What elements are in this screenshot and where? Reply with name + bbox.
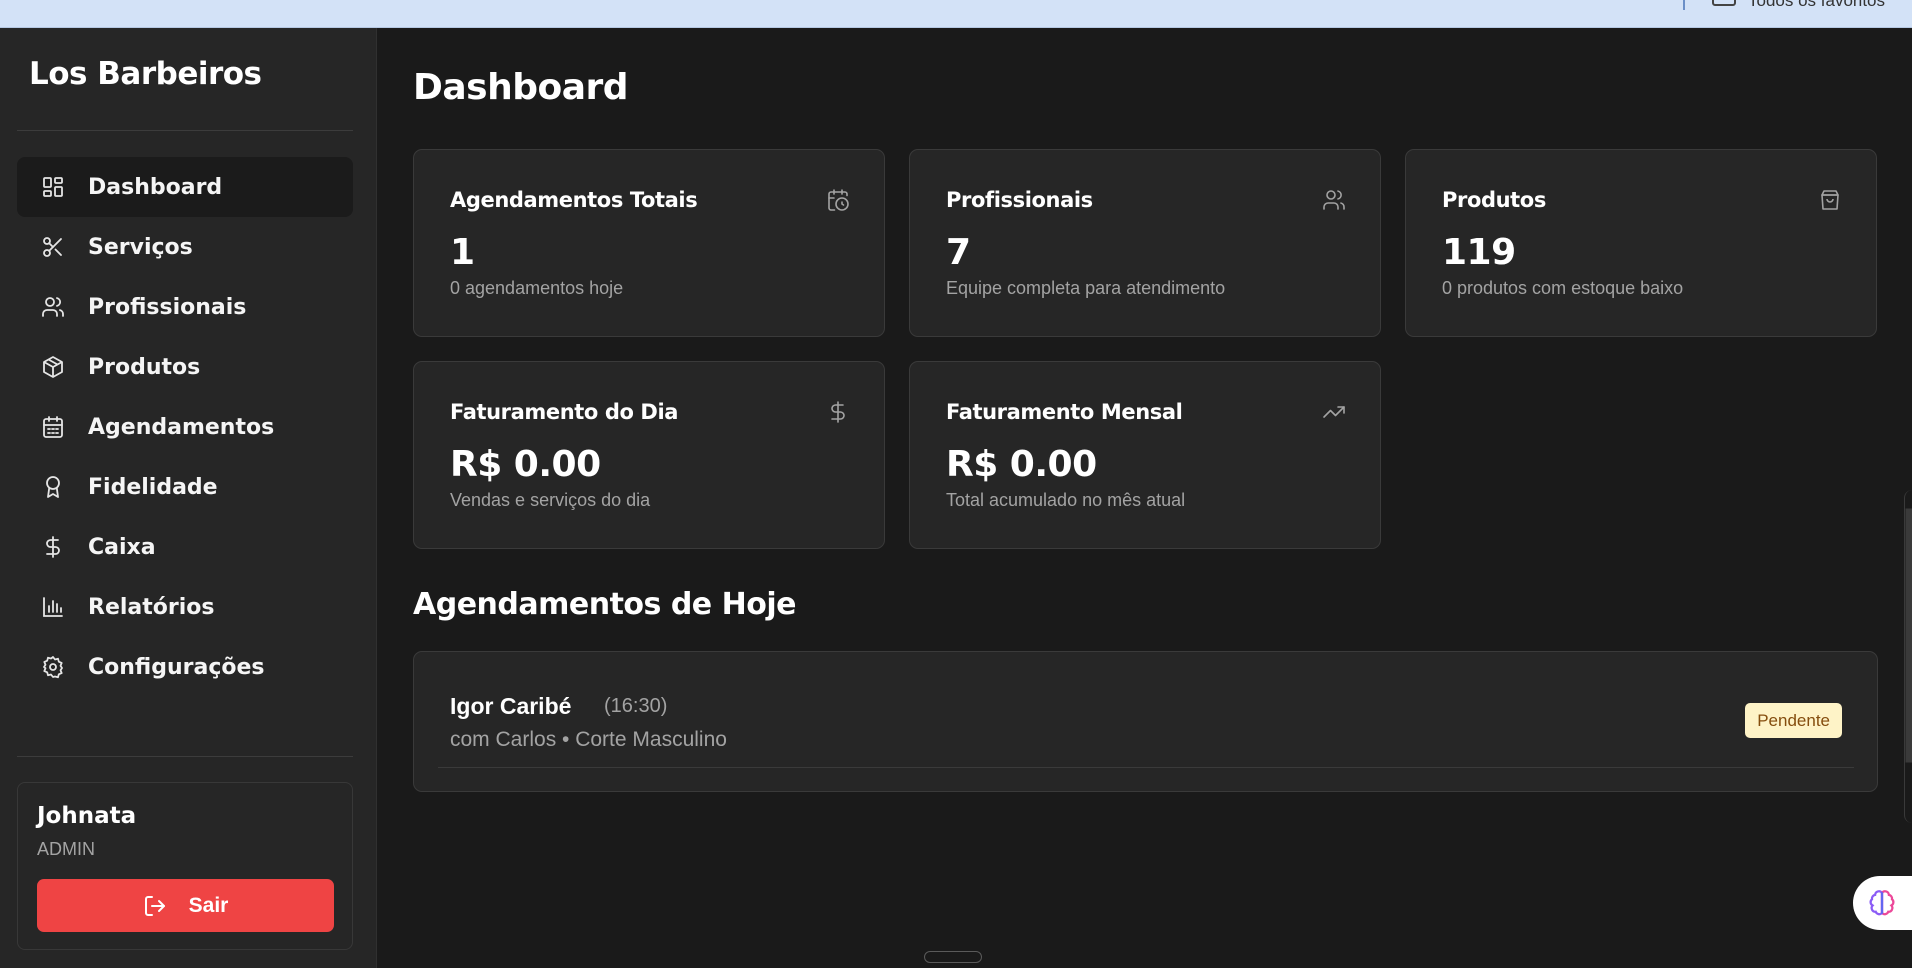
settings-icon bbox=[43, 656, 63, 679]
sidebar-item-label: Fidelidade bbox=[88, 474, 218, 500]
card-description: Vendas e serviços do dia bbox=[450, 490, 651, 510]
sidebar-item-label: Dashboard bbox=[88, 174, 223, 200]
sidebar-nav: Dashboard Serviços Profissionais Produto… bbox=[17, 157, 353, 697]
stat-card-agendamentos: Agendamentos Totais 1 0 agendamentos hoj… bbox=[413, 149, 885, 337]
card-description: Equipe completa para atendimento bbox=[946, 278, 1226, 298]
card-description: 0 produtos com estoque baixo bbox=[1442, 278, 1684, 298]
side-panel-edge bbox=[1904, 490, 1912, 823]
calendar-clock-icon bbox=[828, 189, 849, 211]
browser-favorites-bar: Todos os favoritos bbox=[0, 0, 1912, 28]
dollar-icon bbox=[46, 536, 60, 558]
appointment-detail: com Carlos • Corte Masculino bbox=[450, 728, 727, 751]
appointment-client: Igor Caribé bbox=[450, 693, 572, 719]
card-value: 7 bbox=[946, 232, 971, 273]
sidebar-item-label: Serviços bbox=[88, 234, 193, 260]
sidebar-item-label: Produtos bbox=[88, 354, 201, 380]
card-title: Faturamento do Dia bbox=[450, 400, 679, 424]
shopping-bag-icon bbox=[1821, 190, 1839, 210]
stat-card-faturamento-mensal: Faturamento Mensal R$ 0.00 Total acumula… bbox=[909, 361, 1381, 549]
card-title: Profissionais bbox=[946, 188, 1093, 212]
card-description: 0 agendamentos hoje bbox=[450, 278, 624, 298]
sidebar-item-caixa[interactable]: Caixa bbox=[17, 517, 353, 577]
calendar-icon bbox=[43, 416, 63, 438]
favorites-separator bbox=[1683, 0, 1685, 10]
stat-card-profissionais: Profissionais 7 Equipe completa para ate… bbox=[909, 149, 1381, 337]
sidebar-item-label: Configurações bbox=[88, 654, 265, 680]
sidebar-item-fidelidade[interactable]: Fidelidade bbox=[17, 457, 353, 517]
folder-icon[interactable] bbox=[1712, 0, 1736, 6]
card-value: 1 bbox=[450, 232, 475, 273]
sidebar-item-profissionais[interactable]: Profissionais bbox=[17, 277, 353, 337]
brain-icon bbox=[1869, 890, 1895, 916]
sidebar-item-configuracoes[interactable]: Configurações bbox=[17, 637, 353, 697]
main-content: Dashboard Agendamentos Totais 1 0 agenda… bbox=[378, 28, 1912, 968]
logout-icon bbox=[144, 895, 165, 916]
section-title-today: Agendamentos de Hoje bbox=[413, 587, 796, 622]
sidebar-item-label: Profissionais bbox=[88, 294, 247, 320]
bottom-drag-handle[interactable] bbox=[924, 951, 982, 963]
user-name: Johnata bbox=[37, 803, 137, 829]
sidebar-divider bbox=[17, 756, 353, 757]
sidebar-item-relatorios[interactable]: Relatórios bbox=[17, 577, 353, 637]
card-title: Faturamento Mensal bbox=[946, 400, 1183, 424]
logout-button[interactable]: Sair bbox=[37, 879, 334, 932]
stat-card-produtos: Produtos 119 0 produtos com estoque baix… bbox=[1405, 149, 1877, 337]
dollar-icon bbox=[831, 401, 845, 423]
dashboard-icon bbox=[43, 177, 63, 197]
sidebar-item-produtos[interactable]: Produtos bbox=[17, 337, 353, 397]
card-value: R$ 0.00 bbox=[450, 444, 601, 485]
sidebar-divider bbox=[17, 130, 353, 131]
card-title: Produtos bbox=[1442, 188, 1546, 212]
brand-title: Los Barbeiros bbox=[29, 56, 262, 92]
award-icon bbox=[46, 476, 60, 498]
apps-grid-icon[interactable] bbox=[12, 0, 34, 8]
trending-up-icon bbox=[1323, 406, 1345, 418]
sidebar-item-label: Agendamentos bbox=[88, 414, 275, 440]
appointment-row[interactable]: Igor Caribé (16:30) com Carlos • Corte M… bbox=[438, 652, 1854, 768]
card-value: R$ 0.00 bbox=[946, 444, 1097, 485]
users-icon bbox=[42, 297, 64, 317]
sidebar: Los Barbeiros Dashboard Serviços Profiss… bbox=[0, 28, 377, 968]
user-role: ADMIN bbox=[37, 839, 95, 859]
card-title: Agendamentos Totais bbox=[450, 188, 698, 212]
card-value: 119 bbox=[1442, 232, 1516, 273]
users-icon bbox=[1323, 190, 1345, 210]
page-title: Dashboard bbox=[413, 67, 629, 108]
sidebar-item-label: Caixa bbox=[88, 534, 156, 560]
sidebar-item-dashboard[interactable]: Dashboard bbox=[17, 157, 353, 217]
card-description: Total acumulado no mês atual bbox=[946, 490, 1186, 510]
scissors-icon bbox=[43, 237, 62, 257]
status-badge: Pendente bbox=[1745, 703, 1842, 738]
sidebar-item-agendamentos[interactable]: Agendamentos bbox=[17, 397, 353, 457]
user-card: Johnata ADMIN Sair bbox=[17, 782, 353, 950]
appointments-panel: Igor Caribé (16:30) com Carlos • Corte M… bbox=[413, 651, 1878, 792]
logout-label: Sair bbox=[188, 893, 229, 917]
package-icon bbox=[43, 356, 63, 378]
all-favorites-link[interactable]: Todos os favoritos bbox=[1748, 0, 1885, 11]
stat-card-faturamento-dia: Faturamento do Dia R$ 0.00 Vendas e serv… bbox=[413, 361, 885, 549]
assistant-button[interactable] bbox=[1853, 876, 1912, 930]
bar-chart-icon bbox=[43, 597, 63, 617]
sidebar-item-label: Relatórios bbox=[88, 594, 215, 620]
sidebar-item-servicos[interactable]: Serviços bbox=[17, 217, 353, 277]
appointment-time: (16:30) bbox=[604, 695, 668, 717]
